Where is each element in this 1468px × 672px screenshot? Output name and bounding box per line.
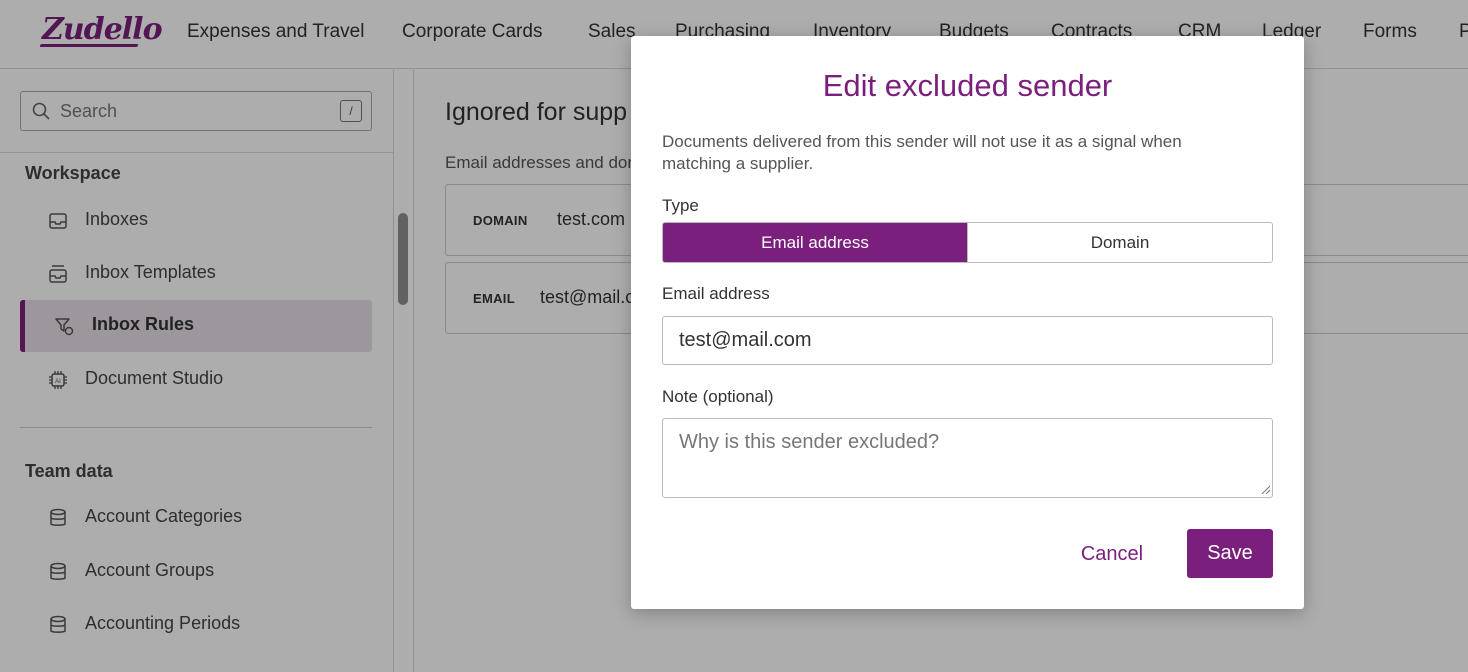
dialog-title: Edit excluded sender — [822, 68, 1113, 103]
note-field[interactable] — [662, 418, 1273, 498]
note-label: Note (optional) — [662, 387, 774, 406]
save-button[interactable]: Save — [1187, 529, 1273, 578]
dialog-description: Documents delivered from this sender wil… — [662, 132, 1182, 173]
type-option-domain[interactable]: Domain — [967, 223, 1272, 262]
type-label: Type — [662, 196, 699, 215]
cancel-button[interactable]: Cancel — [1063, 530, 1161, 578]
resize-grip-icon[interactable] — [1260, 484, 1270, 494]
email-address-field[interactable] — [662, 316, 1273, 365]
type-selector: Email address Domain — [662, 222, 1273, 263]
edit-excluded-sender-dialog: Edit excluded sender Documents delivered… — [631, 36, 1304, 609]
email-address-label: Email address — [662, 284, 770, 303]
type-option-email-address[interactable]: Email address — [663, 223, 967, 262]
